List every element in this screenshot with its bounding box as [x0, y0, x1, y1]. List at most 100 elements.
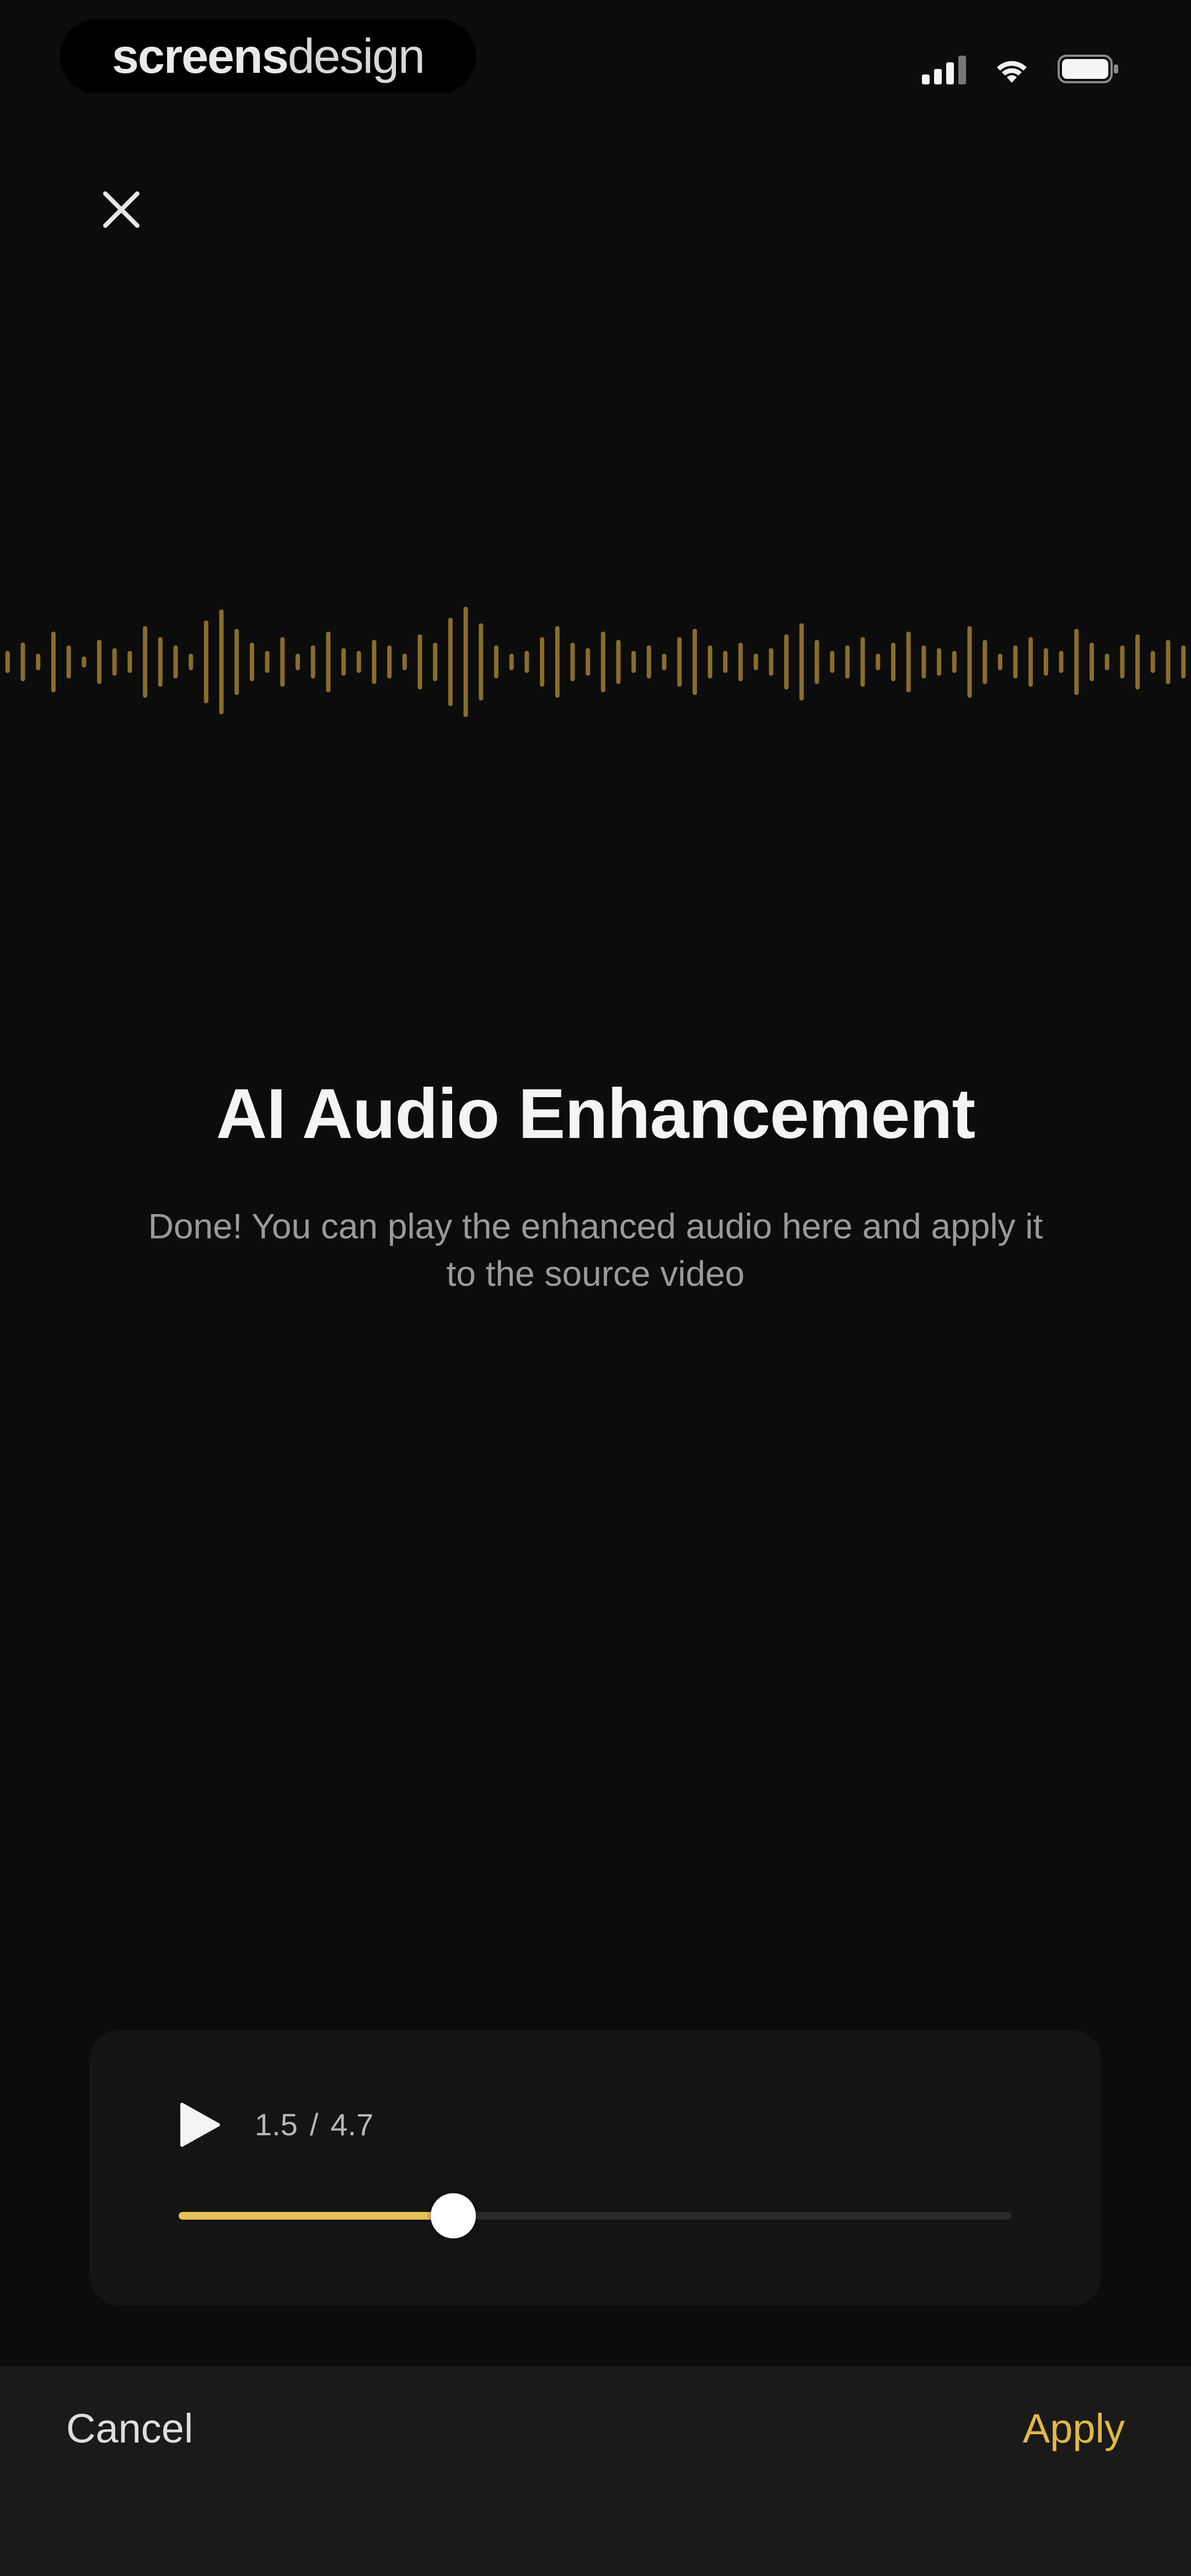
waveform-bar: [249, 643, 254, 681]
brand-logo: screensdesign: [111, 29, 425, 83]
time-separator: /: [309, 2107, 319, 2142]
play-button[interactable]: [167, 2092, 233, 2158]
playback-time: 1.5 / 4.7: [255, 2107, 373, 2142]
waveform-bar: [646, 645, 651, 678]
waveform-bar: [1104, 654, 1109, 670]
cancel-button[interactable]: Cancel: [66, 2405, 193, 2452]
waveform-bar: [677, 637, 682, 687]
play-icon: [180, 2103, 220, 2147]
waveform-bar: [997, 654, 1002, 670]
brand-part-screens: screens: [111, 29, 289, 83]
current-time: 1.5: [255, 2107, 298, 2142]
battery-icon: [1058, 54, 1119, 84]
playback-slider-thumb[interactable]: [431, 2193, 476, 2238]
audio-player-card: 1.5 / 4.7: [89, 2030, 1102, 2306]
wifi-icon: [993, 54, 1031, 84]
waveform-bar: [36, 654, 41, 670]
waveform-bar: [1013, 645, 1018, 678]
waveform-bar: [524, 651, 529, 673]
waveform-bar: [570, 643, 575, 681]
waveform-bar: [845, 645, 850, 678]
waveform-bar: [921, 645, 926, 678]
waveform-bar: [5, 651, 10, 673]
waveform-bar: [937, 648, 942, 676]
waveform-bar: [723, 651, 728, 673]
apply-button[interactable]: Apply: [1023, 2405, 1125, 2452]
waveform-bar: [631, 651, 636, 673]
waveform-bar: [540, 637, 545, 687]
waveform-bar: [707, 645, 712, 678]
waveform-bar: [891, 643, 895, 681]
waveform-bar: [1090, 643, 1094, 681]
waveform-bar: [784, 634, 789, 690]
waveform-bar: [860, 637, 865, 687]
close-button[interactable]: [88, 177, 154, 243]
waveform-bar: [356, 651, 361, 673]
waveform-bar: [265, 651, 270, 673]
waveform-bar: [586, 648, 591, 676]
waveform-bar: [1135, 634, 1140, 690]
playback-slider[interactable]: [179, 2193, 1011, 2238]
waveform-bar: [479, 623, 484, 701]
total-time: 4.7: [330, 2107, 374, 2142]
waveform-bar: [127, 651, 132, 673]
brand-watermark: screensdesign: [60, 19, 476, 94]
waveform-bar: [402, 654, 407, 670]
waveform-bar: [600, 632, 605, 692]
waveform-bar: [555, 626, 560, 698]
waveform-bar: [952, 651, 957, 673]
close-icon: [103, 191, 140, 228]
waveform-bar: [769, 648, 774, 676]
waveform-bar: [234, 629, 239, 695]
screen: screensdesign AI Audio Enhancement Done!…: [0, 0, 1191, 2576]
waveform-bar: [189, 654, 194, 670]
audio-waveform: [5, 607, 1186, 717]
brand-part-design: design: [287, 29, 425, 83]
waveform-bar: [387, 645, 392, 678]
waveform-bar: [296, 654, 300, 670]
waveform-bar: [219, 610, 224, 714]
signal-icon: [922, 54, 966, 84]
status-bar: screensdesign: [0, 0, 1191, 132]
waveform-bar: [280, 637, 285, 687]
waveform-bar: [983, 640, 988, 684]
page-description: Done! You can play the enhanced audio he…: [148, 1206, 1043, 1294]
waveform-bar: [158, 637, 163, 687]
waveform-bar: [1028, 637, 1033, 687]
waveform-bar: [876, 654, 881, 670]
waveform-bar: [509, 654, 514, 670]
playback-progress-fill: [179, 2212, 454, 2220]
waveform-bar: [203, 621, 208, 703]
waveform-bar: [433, 643, 438, 681]
waveform-bar: [97, 640, 101, 684]
waveform-bar: [112, 648, 117, 676]
waveform-bar: [662, 654, 667, 670]
waveform-bar: [494, 645, 498, 678]
waveform-bar: [82, 656, 87, 667]
waveform-bar: [967, 626, 972, 698]
waveform-bar: [830, 651, 835, 673]
waveform-bar: [310, 645, 315, 678]
bottom-action-bar: Cancel Apply: [0, 2366, 1191, 2576]
waveform-bar: [143, 626, 148, 698]
waveform-bar: [1074, 629, 1079, 695]
waveform-bar: [1120, 645, 1125, 678]
waveform-bar: [753, 654, 758, 670]
waveform-bar: [341, 648, 346, 676]
waveform-bar: [1059, 651, 1064, 673]
waveform-bar: [1181, 645, 1186, 678]
waveform-bar: [372, 640, 377, 684]
waveform-bar: [693, 629, 697, 695]
waveform-bar: [463, 607, 468, 717]
waveform-bar: [906, 632, 911, 692]
waveform-bar: [1166, 640, 1171, 684]
waveform-bar: [799, 623, 804, 701]
page-title: AI Audio Enhancement: [216, 1075, 975, 1153]
waveform-bar: [173, 645, 178, 678]
waveform-bar: [1043, 648, 1048, 676]
waveform-bar: [814, 640, 819, 684]
waveform-bar: [417, 634, 422, 690]
waveform-bar: [1150, 651, 1155, 673]
waveform-bar: [738, 643, 743, 681]
status-icons: [922, 51, 1119, 87]
